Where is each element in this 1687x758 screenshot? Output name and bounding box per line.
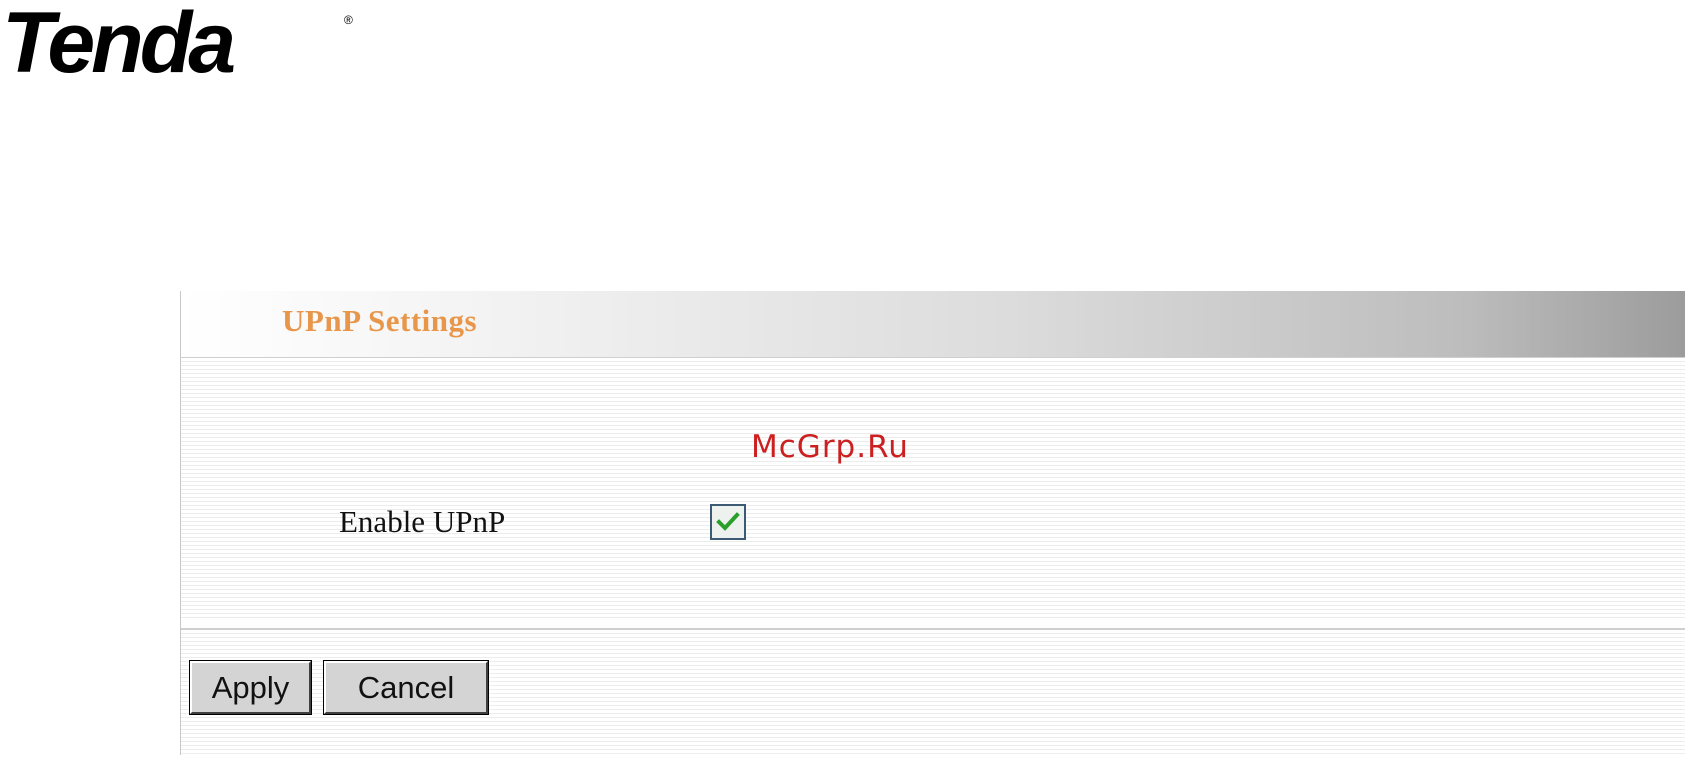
enable-upnp-label: Enable UPnP: [339, 504, 506, 539]
enable-upnp-checkbox[interactable]: [710, 504, 746, 540]
panel-body: McGrp.Ru Enable UPnP: [181, 358, 1685, 620]
watermark-text: McGrp.Ru: [751, 429, 909, 465]
panel-header: UPnP Settings: [181, 291, 1685, 358]
page-title: UPnP Settings: [282, 303, 478, 338]
svg-text:®: ®: [344, 13, 353, 27]
panel-footer: Apply Cancel: [181, 628, 1685, 755]
cancel-button[interactable]: Cancel: [323, 660, 489, 715]
tenda-logo: Tenda ®: [0, 0, 360, 80]
checkmark-icon: [716, 512, 740, 531]
svg-text:Tenda: Tenda: [2, 0, 234, 80]
apply-button[interactable]: Apply: [189, 660, 312, 715]
upnp-settings-panel: UPnP Settings McGrp.Ru Enable UPnP Apply…: [180, 291, 1685, 755]
